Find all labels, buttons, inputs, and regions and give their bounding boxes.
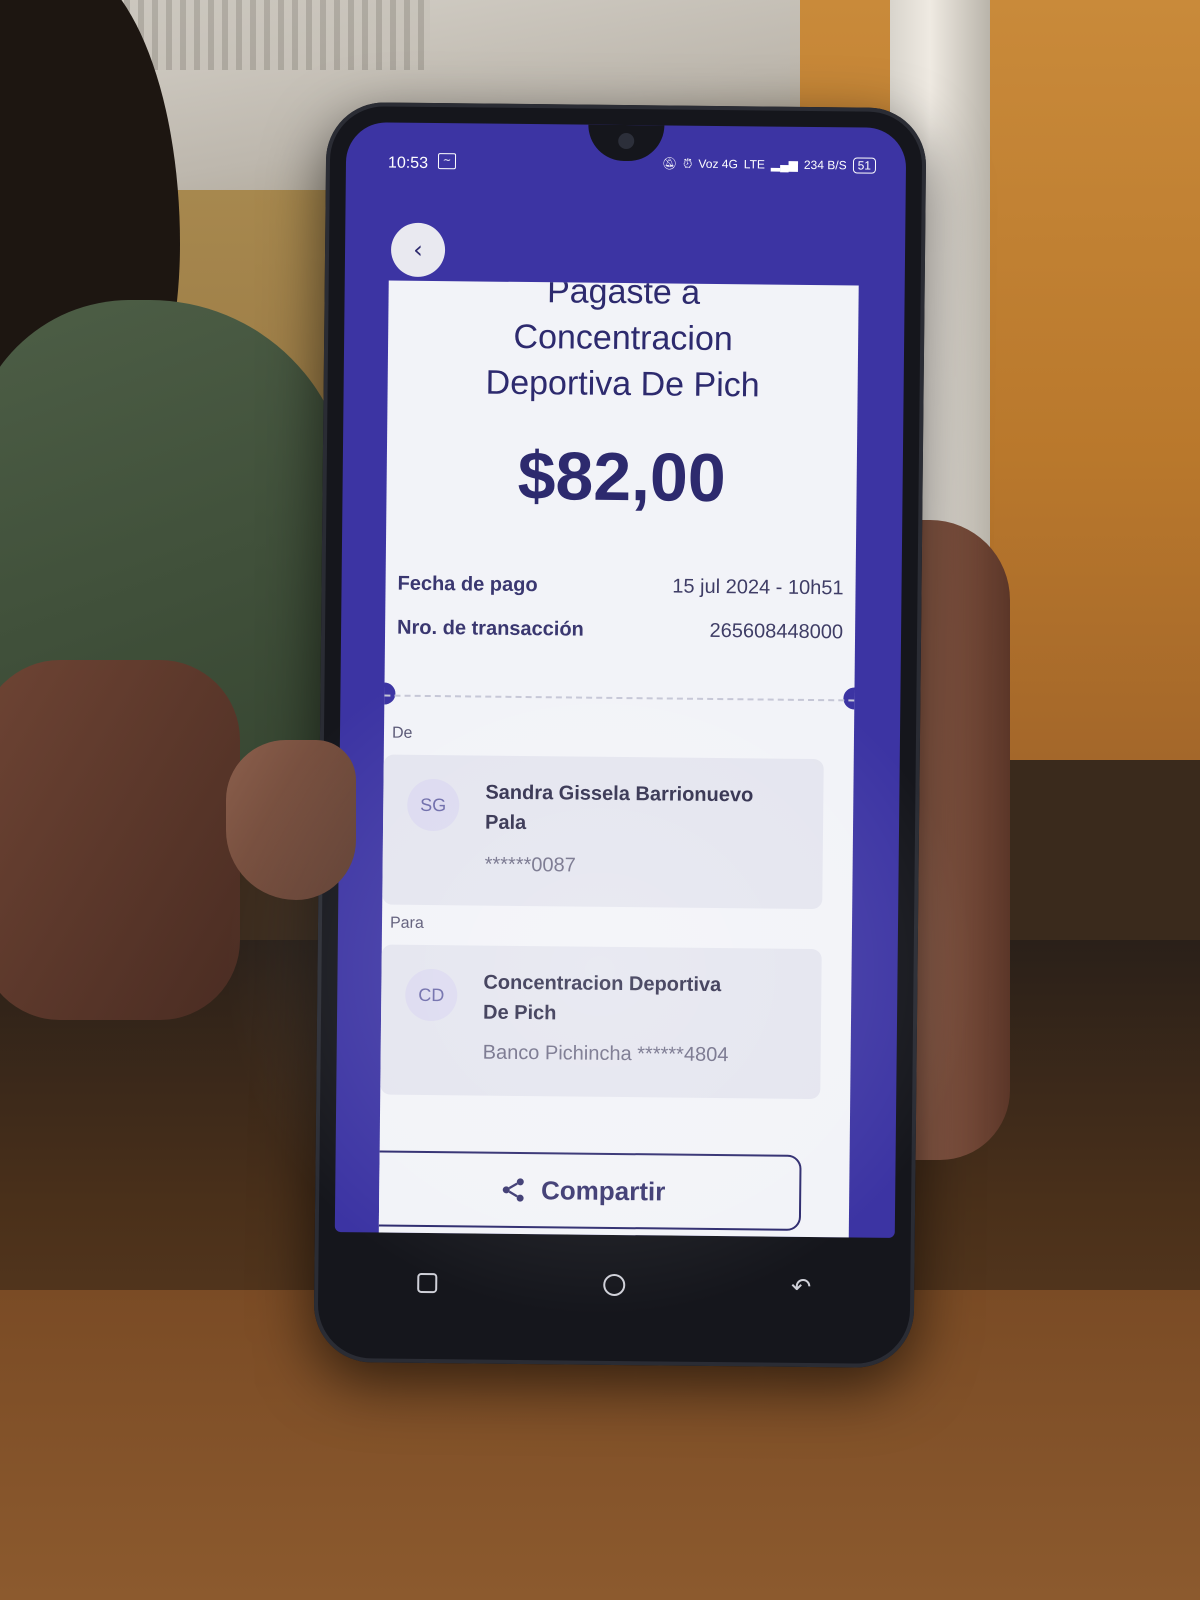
phone: 10:53 ~ 🔕︎ ⏰︎ Voz 4G LTE ▂▄▆ 234 B/S 51 … <box>313 101 927 1369</box>
heading-line: Deportiva De Pich <box>485 363 760 405</box>
share-button[interactable]: Compartir <box>378 1150 802 1231</box>
mute-icon: 🔕︎ <box>661 156 678 171</box>
transaction-value: 265608448000 <box>709 619 844 644</box>
home-button[interactable] <box>603 1273 626 1297</box>
share-label: Compartir <box>540 1174 666 1206</box>
payment-date-label: Fecha de pago <box>397 572 538 597</box>
chevron-left-icon: ‹ <box>413 235 424 264</box>
recipient-name: Concentracion Deportiva De Pich <box>483 968 804 1031</box>
payment-date-value: 15 jul 2024 - 10h51 <box>672 575 844 600</box>
transaction-row: Nro. de transacción 265608448000 <box>397 617 843 645</box>
transaction-label: Nro. de transacción <box>396 616 584 641</box>
back-nav-button[interactable]: ↶ <box>791 1273 811 1301</box>
from-label: De <box>391 724 413 742</box>
activity-icon: ~ <box>437 153 457 170</box>
sender-card: SG Sandra Gissela Barrionuevo Pala *****… <box>382 754 824 910</box>
lte-label: LTE <box>743 157 766 172</box>
to-label: Para <box>389 914 424 932</box>
recipient-name-line: De Pich <box>482 1001 557 1025</box>
person-arm <box>0 660 240 1020</box>
speed-label: 234 B/S <box>803 157 847 173</box>
recipient-account: Banco Pichincha ******4804 <box>482 1041 729 1067</box>
camera-icon <box>618 132 635 150</box>
dashed-divider <box>384 694 855 702</box>
sender-account: ******0087 <box>484 853 576 877</box>
ticket-notch <box>378 682 396 705</box>
back-button[interactable]: ‹ <box>390 222 446 278</box>
signal-icon: ▂▄▆ <box>770 157 798 172</box>
sender-avatar: SG <box>406 778 460 832</box>
alarm-icon: ⏰︎ <box>683 156 693 171</box>
network-label: Voz 4G <box>698 156 738 172</box>
share-icon <box>502 1178 524 1202</box>
sender-name-line: Sandra Gissela Barrionuevo <box>485 781 754 807</box>
android-nav-bar: ↶ <box>334 1247 895 1323</box>
phone-screen: 10:53 ~ 🔕︎ ⏰︎ Voz 4G LTE ▂▄▆ 234 B/S 51 … <box>334 122 907 1238</box>
payment-date-row: Fecha de pago 15 jul 2024 - 10h51 <box>397 573 843 601</box>
sender-name: Sandra Gissela Barrionuevo Pala <box>485 778 806 841</box>
payment-amount: $82,00 <box>517 437 727 517</box>
recipient-card: CD Concentracion Deportiva De Pich Banco… <box>380 944 822 1100</box>
holding-thumb <box>226 740 356 900</box>
status-time: 10:53 <box>387 154 429 172</box>
heading-line: Concentracion <box>513 317 733 359</box>
heading-line: Pagaste a <box>546 280 701 312</box>
ceiling-vent <box>110 0 430 70</box>
sender-name-line: Pala <box>484 811 527 835</box>
recipient-avatar: CD <box>404 968 458 1022</box>
status-icons: 🔕︎ ⏰︎ Voz 4G LTE ▂▄▆ 234 B/S 51 <box>661 155 877 174</box>
recent-apps-button[interactable] <box>417 1272 438 1294</box>
battery-icon: 51 <box>852 157 877 174</box>
recipient-name-line: Concentracion Deportiva <box>483 971 722 997</box>
payee-heading: Pagaste a Concentracion Deportiva De Pic… <box>387 281 858 410</box>
receipt-card: Pagaste a Concentracion Deportiva De Pic… <box>378 280 859 1238</box>
